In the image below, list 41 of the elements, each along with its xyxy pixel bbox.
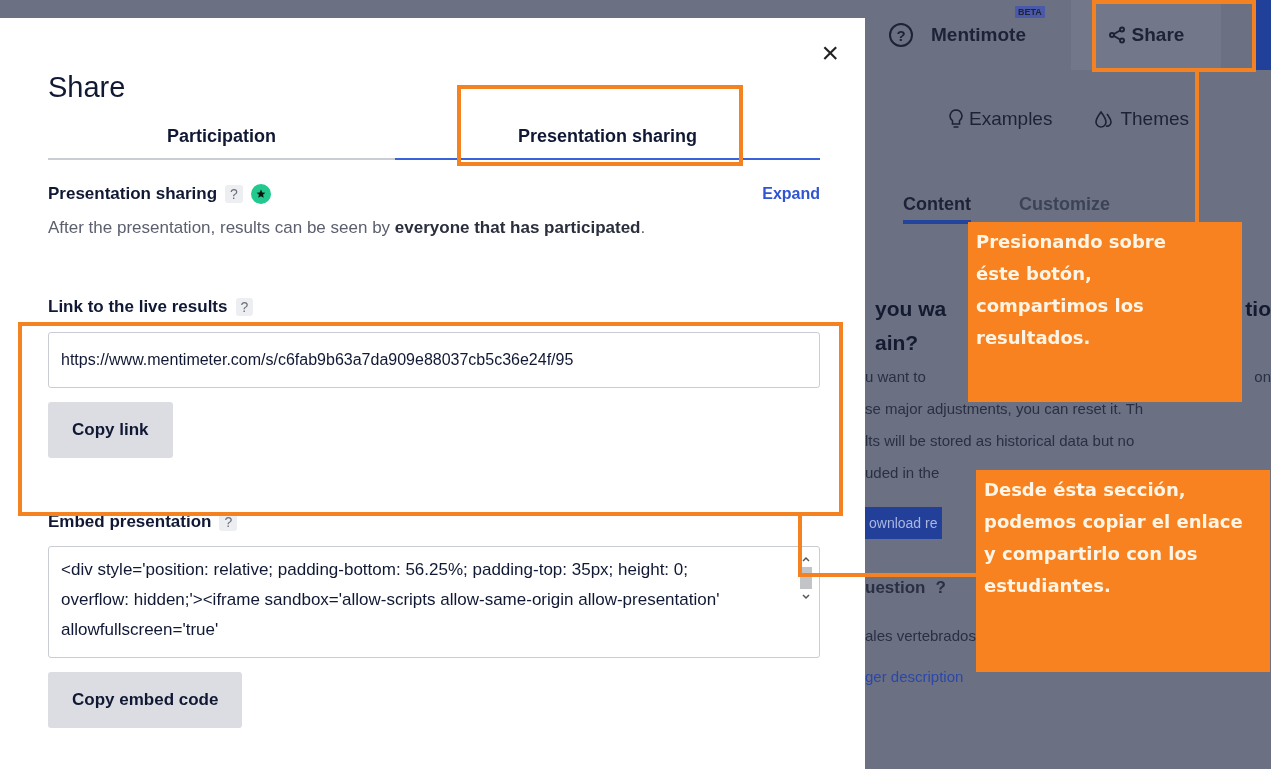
dialog-title: Share [48, 70, 127, 104]
heading-fragment: tio [1244, 297, 1271, 321]
themes-link[interactable]: Themes [1094, 108, 1190, 130]
annotation-callout: Presionando sobre éste botón, compartimos los resultados. [968, 222, 1242, 402]
text-fragment: u want to [865, 367, 926, 385]
heading-fragment: you wa [874, 297, 947, 321]
copy-embed-code-button[interactable]: Copy embed code [48, 672, 243, 728]
field-label: Embed presentation [48, 512, 212, 532]
annotation-callout: Desde ésta sección, podemos copiar el enlace y compartirlo con los estudiantes. [976, 470, 1270, 672]
label-fragment: ? [935, 578, 946, 598]
beta-badge: BETA [1015, 6, 1045, 18]
heading-fragment: ain? [874, 331, 919, 355]
share-icon [1107, 26, 1126, 44]
mentimote-link[interactable]: Mentimote [931, 24, 1026, 46]
text-fragment: se major adjustments, you can reset it. Th [865, 399, 1144, 417]
close-button[interactable]: × [821, 38, 839, 68]
copy-link-button[interactable]: Copy link [48, 402, 173, 458]
link-field[interactable]: https://www.mentimeter.com/s/c6fab9b63a7da909e88037cb5c36e24f/95 [48, 332, 820, 388]
scroll-up-icon[interactable] [801, 555, 811, 563]
sharing-description: After the presentation, results can be seen by everyone that has participated. [48, 217, 647, 239]
field-label: Link to the live results [48, 297, 228, 317]
dialog-tab[interactable]: Presentation sharing [395, 114, 820, 160]
drops-icon [1094, 109, 1115, 129]
download-button[interactable]: ownload re [865, 507, 942, 539]
lightbulb-icon [949, 109, 963, 129]
text-fragment: ales vertebrados [865, 626, 976, 644]
text-fragment: on [1254, 367, 1271, 385]
section-heading: Presentation sharing [48, 184, 218, 204]
share-button[interactable]: Share [1071, 0, 1221, 70]
expand-link[interactable]: Expand [762, 185, 820, 203]
dialog-tab[interactable]: Participation [48, 114, 395, 160]
label-fragment: uestion [865, 578, 926, 598]
help-badge[interactable]: ? [235, 298, 254, 316]
help-icon[interactable]: ? [889, 23, 913, 47]
examples-link[interactable]: Examples [949, 108, 1053, 130]
help-badge[interactable]: ? [225, 185, 243, 203]
star-badge-icon [250, 184, 271, 204]
text-fragment: lts will be stored as historical data but no [865, 431, 1135, 449]
scroll-down-icon[interactable] [801, 593, 811, 601]
text-fragment: uded in the [865, 463, 940, 481]
embed-code-field[interactable]: <div style='position: relative; padding-bottom: 56.25%; padding-top: 35px; height: 0; overflow: hidden;'><iframe sandbox='allow-scripts allow-same-origin allow-presentation' allowfullscreen='true' [48, 546, 820, 658]
